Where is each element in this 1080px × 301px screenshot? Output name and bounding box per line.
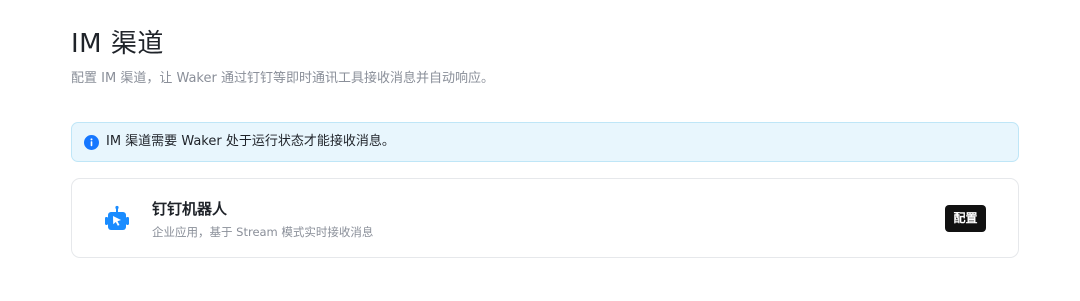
channel-card-dingtalk: 钉钉机器人 企业应用，基于 Stream 模式实时接收消息 配置 [71, 178, 1019, 258]
channel-description: 企业应用，基于 Stream 模式实时接收消息 [152, 225, 374, 239]
info-notice: IM 渠道需要 Waker 处于运行状态才能接收消息。 [71, 122, 1019, 162]
info-icon [84, 134, 99, 150]
dingtalk-robot-icon [102, 205, 132, 235]
page-description: 配置 IM 渠道，让 Waker 通过钉钉等即时通讯工具接收消息并自动响应。 [71, 71, 494, 86]
configure-button[interactable]: 配置 [945, 205, 986, 232]
notice-text: IM 渠道需要 Waker 处于运行状态才能接收消息。 [106, 134, 395, 149]
channel-name: 钉钉机器人 [152, 200, 228, 218]
page-title: IM 渠道 [71, 29, 164, 59]
im-channels-page: IM 渠道 配置 IM 渠道，让 Waker 通过钉钉等即时通讯工具接收消息并自… [0, 0, 1080, 301]
